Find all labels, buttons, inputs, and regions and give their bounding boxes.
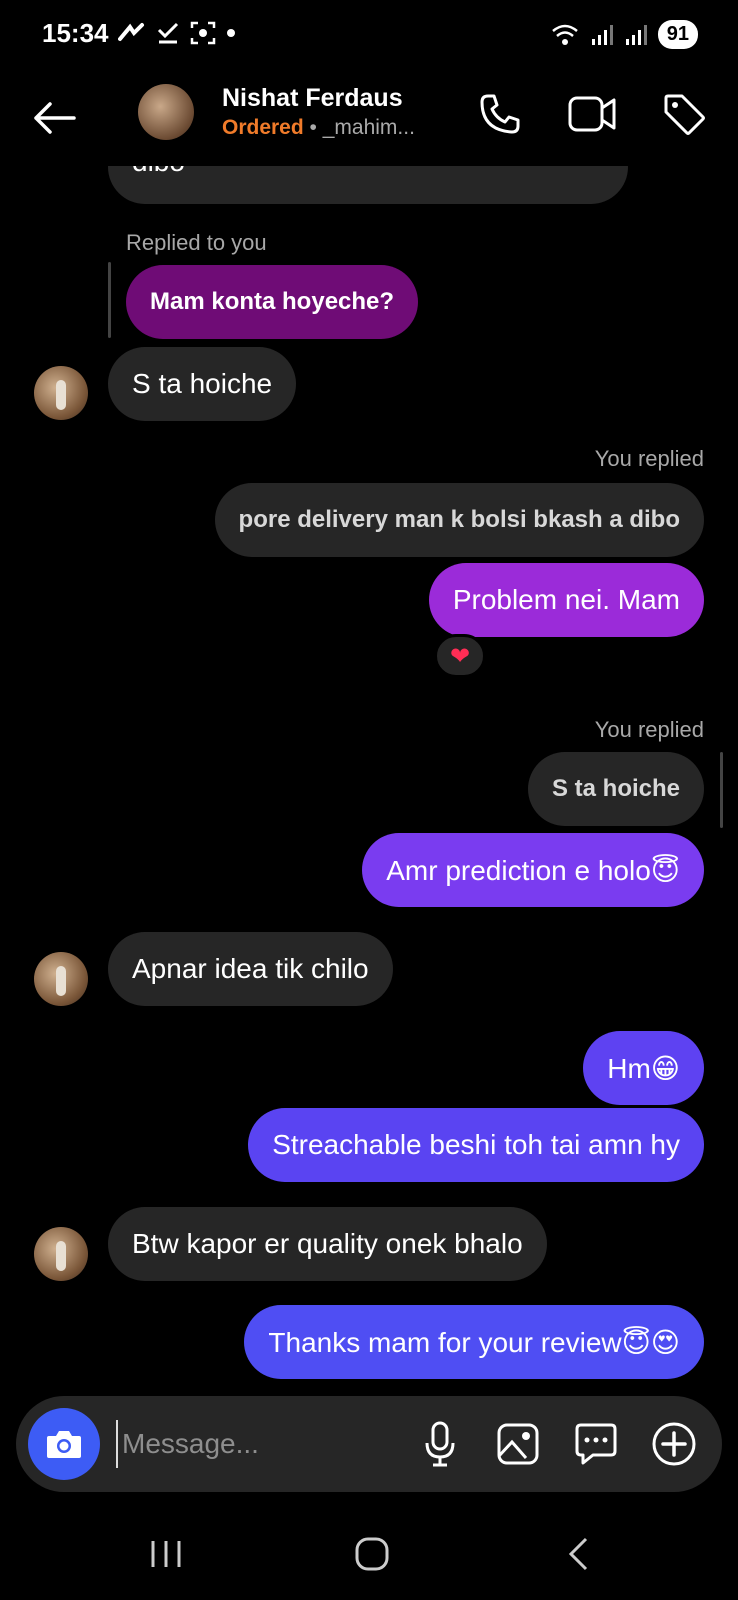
message-text: Streachable beshi toh tai amn hy — [272, 1129, 680, 1160]
message-text: Thanks mam for your review😇😍 — [268, 1326, 680, 1358]
replied-label: You replied — [594, 717, 704, 742]
download-done-icon — [157, 22, 179, 44]
contact-avatar[interactable] — [34, 952, 88, 1006]
back-nav-button[interactable] — [548, 1526, 608, 1582]
video-camera-icon — [568, 96, 616, 132]
chat-bubble-icon — [575, 1423, 617, 1465]
contact-name[interactable]: Nishat Ferdaus — [222, 84, 403, 113]
system-navigation-bar — [0, 1510, 738, 1600]
signal-icon — [591, 24, 613, 45]
chevron-left-icon — [568, 1537, 588, 1571]
message-bubble-sent[interactable]: Thanks mam for your review😇😍 — [244, 1305, 704, 1379]
message-input[interactable] — [116, 1420, 376, 1468]
header-actions — [476, 90, 708, 138]
phone-icon — [480, 94, 520, 134]
quoted-message[interactable]: pore delivery man k bolsi bkash a dibo — [214, 483, 704, 557]
message-text: Hm😁 — [607, 1052, 680, 1084]
message-text: Btw kapor er quality onek bhalo — [132, 1228, 523, 1259]
tag-icon — [664, 94, 705, 135]
voice-message-button[interactable] — [416, 1418, 464, 1470]
clock: 15:34 — [42, 18, 109, 48]
message-text: Problem nei. Mam — [452, 584, 680, 615]
label-button[interactable] — [660, 90, 708, 138]
more-options-button[interactable] — [650, 1418, 698, 1470]
camera-icon — [47, 1431, 81, 1458]
heart-icon: ❤ — [449, 642, 471, 670]
camera-button[interactable] — [28, 1408, 100, 1480]
system-icons: 91 — [550, 20, 698, 49]
message-bubble-received[interactable]: Btw kapor er quality onek bhalo — [108, 1207, 547, 1281]
message-bubble-sent[interactable]: Amr prediction e holo😇 — [362, 833, 704, 907]
quick-reply-button[interactable] — [572, 1418, 620, 1470]
quoted-text: Mam konta hoyeche? — [150, 288, 395, 315]
message-bubble-sent[interactable]: Hm😁 — [583, 1031, 704, 1105]
reply-indicator — [108, 262, 111, 338]
recents-icon — [151, 1541, 181, 1567]
dot-icon — [227, 29, 235, 37]
contact-handle: • _mahim... — [309, 116, 415, 139]
heart-reaction[interactable]: ❤ — [434, 634, 486, 678]
message-composer — [16, 1396, 722, 1492]
video-call-button[interactable] — [568, 90, 616, 138]
signal-icon-2 — [625, 24, 647, 45]
battery-level: 91 — [657, 20, 698, 49]
message-text: S ta hoiche — [132, 368, 273, 399]
quoted-message[interactable]: S ta hoiche — [527, 752, 704, 826]
screenshot-icon — [190, 21, 216, 45]
order-status: Ordered — [222, 116, 304, 139]
message-bubble-received[interactable]: Apnar idea tik chilo — [108, 932, 393, 1006]
composer-actions — [416, 1418, 698, 1470]
replied-label: You replied — [594, 446, 704, 471]
contact-avatar[interactable] — [138, 84, 194, 140]
back-button[interactable] — [28, 92, 80, 144]
wifi-icon — [551, 24, 578, 45]
image-icon — [497, 1423, 539, 1465]
message-text: Amr prediction e holo😇 — [386, 854, 680, 886]
home-icon — [355, 1537, 389, 1571]
contact-avatar[interactable] — [34, 366, 88, 420]
status-bar: 15:34 91 — [0, 0, 738, 70]
quoted-message[interactable]: Mam konta hoyeche? — [126, 265, 419, 339]
recent-apps-button[interactable] — [136, 1526, 196, 1582]
notification-icons — [118, 20, 236, 46]
call-button[interactable] — [476, 90, 524, 138]
message-bubble-sent[interactable]: Streachable beshi toh tai amn hy — [248, 1108, 704, 1182]
chat-header: Nishat Ferdaus Ordered • _mahim... — [0, 70, 738, 166]
message-text: Apnar idea tik chilo — [132, 953, 369, 984]
plus-circle-icon — [652, 1422, 696, 1466]
message-bubble-sent[interactable]: Problem nei. Mam — [428, 563, 704, 637]
message-bubble-received[interactable]: S ta hoiche — [108, 347, 297, 421]
chat-thread[interactable]: dibo Replied to you Mam konta hoyeche? S… — [0, 0, 738, 1390]
contact-avatar[interactable] — [34, 1227, 88, 1281]
quoted-text: pore delivery man k bolsi bkash a dibo — [238, 506, 680, 533]
quoted-text: S ta hoiche — [551, 775, 680, 802]
gallery-button[interactable] — [494, 1418, 542, 1470]
replied-label: Replied to you — [126, 230, 267, 255]
carrier-icon — [118, 23, 144, 41]
microphone-icon — [425, 1421, 455, 1467]
home-button[interactable] — [342, 1526, 402, 1582]
contact-subtitle: Ordered • _mahim... — [222, 116, 415, 140]
reply-indicator — [720, 752, 723, 828]
arrow-left-icon — [34, 102, 76, 134]
